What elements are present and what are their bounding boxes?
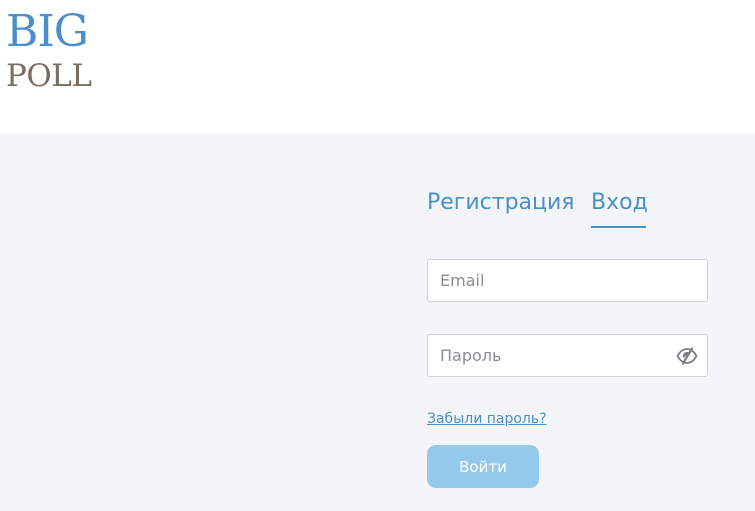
- tab-login[interactable]: Вход: [591, 189, 648, 217]
- login-button[interactable]: Войти: [427, 445, 539, 488]
- forgot-password-link[interactable]: Забыли пароль?: [427, 410, 547, 428]
- logo[interactable]: BIG POLL: [6, 8, 106, 98]
- password-input[interactable]: [428, 335, 707, 376]
- email-field: [427, 259, 708, 302]
- active-tab-indicator: [591, 226, 646, 228]
- tab-register[interactable]: Регистрация: [427, 189, 575, 217]
- password-field: [427, 334, 708, 377]
- eye-slash-icon[interactable]: [676, 346, 698, 366]
- email-input[interactable]: [428, 260, 707, 301]
- logo-text-poll: POLL: [6, 58, 92, 94]
- header: BIG POLL: [0, 0, 755, 134]
- logo-text-big: BIG: [6, 6, 89, 57]
